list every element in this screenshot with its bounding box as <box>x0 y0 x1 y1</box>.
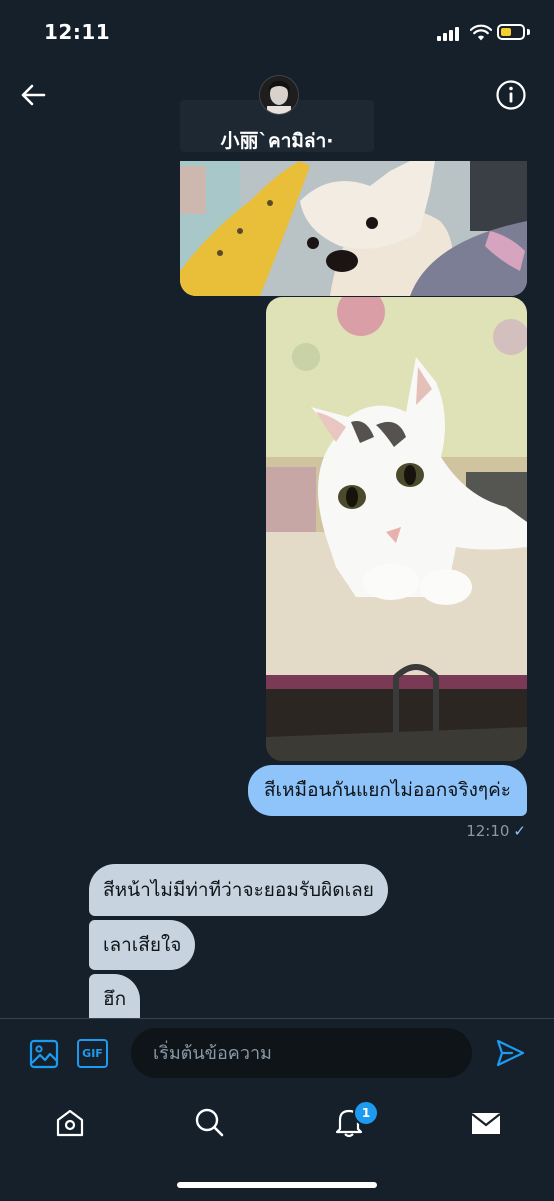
status-time: 12:11 <box>44 20 111 44</box>
arrow-left-icon[interactable] <box>18 80 48 110</box>
battery-cap <box>527 29 530 35</box>
signal-icon <box>437 27 463 41</box>
message-timestamp: 12:10 ✓ <box>466 822 526 840</box>
avatar[interactable] <box>259 75 299 115</box>
avatar-image <box>260 76 298 114</box>
notification-badge: 1 <box>353 1100 379 1126</box>
home-icon[interactable] <box>54 1107 86 1139</box>
home-indicator[interactable] <box>177 1182 377 1188</box>
envelope-icon[interactable] <box>470 1107 502 1139</box>
info-circle-icon[interactable] <box>495 79 527 111</box>
cat-photo[interactable] <box>266 297 527 761</box>
outgoing-message[interactable]: สีเหมือนกันแยกไม่ออกจริงๆค่ะ <box>247 765 527 816</box>
gif-icon[interactable]: GIF <box>77 1039 108 1068</box>
dog-photo[interactable] <box>180 161 527 296</box>
photo-icon[interactable] <box>29 1039 59 1069</box>
battery-icon <box>497 24 525 40</box>
incoming-message[interactable]: ฮึก <box>89 974 141 1020</box>
read-check-icon: ✓ <box>513 822 526 840</box>
cat-photo-image <box>266 297 527 761</box>
dog-photo-image <box>180 161 527 296</box>
send-icon[interactable] <box>494 1037 526 1069</box>
timestamp-text: 12:10 <box>466 822 510 840</box>
search-icon[interactable] <box>193 1106 225 1138</box>
incoming-message[interactable]: สีหน้าไม่มีท่าทีว่าจะยอมรับผิดเลย <box>89 864 388 916</box>
wifi-icon <box>470 24 492 41</box>
incoming-message[interactable]: เลาเสียใจ <box>89 920 196 970</box>
message-input[interactable] <box>131 1028 472 1078</box>
contact-name[interactable]: 小丽`คามิล่า· <box>120 126 434 156</box>
